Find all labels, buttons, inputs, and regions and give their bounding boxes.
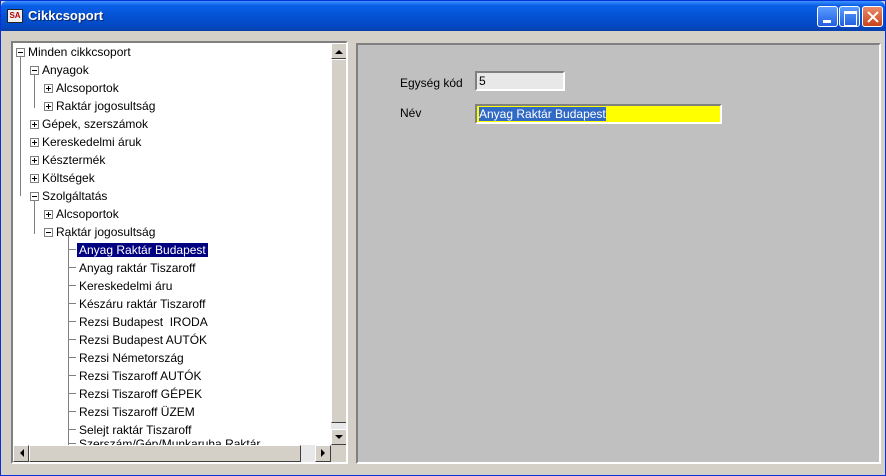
collapse-icon[interactable] (44, 228, 53, 237)
tree-node[interactable]: Gépek, szerszámok (30, 116, 150, 134)
tree-node[interactable]: Késztermék (30, 152, 107, 170)
scroll-up-button[interactable] (331, 43, 346, 59)
tree-node-root[interactable]: Minden cikkcsoport (16, 44, 133, 62)
unit-code-field[interactable]: 5 (475, 71, 565, 91)
expand-icon[interactable] (30, 120, 39, 129)
app-icon[interactable]: SA (7, 9, 23, 23)
tree-node[interactable]: Anyagok (30, 62, 91, 80)
tree-node[interactable]: Alcsoportok (44, 80, 121, 98)
name-label: Név (400, 106, 422, 120)
category-tree[interactable]: Minden cikkcsoport Anyagok Alcsoportok R… (11, 41, 348, 464)
expand-icon[interactable] (30, 138, 39, 147)
collapse-icon[interactable] (30, 192, 39, 201)
tree-leaf[interactable]: Rezsi Budapest AUTÓK (68, 332, 209, 350)
scrollbar-corner (331, 445, 346, 462)
tree-node[interactable]: Költségek (30, 170, 97, 188)
window-title: Cikkcsoport (28, 8, 104, 23)
tree-leaf-selected[interactable]: Anyag Raktár Budapest (68, 242, 208, 260)
tree-leaf[interactable]: Rezsi Tiszaroff AUTÓK (68, 368, 203, 386)
tree-leaf[interactable]: Rezsi Budapest IRODA (68, 314, 210, 332)
arrow-right-icon (321, 449, 329, 457)
expand-icon[interactable] (44, 210, 53, 219)
horizontal-scrollbar[interactable] (13, 445, 331, 462)
expand-icon[interactable] (30, 174, 39, 183)
tree-node[interactable]: Raktár jogosultság (44, 224, 157, 242)
collapse-icon[interactable] (16, 48, 25, 57)
expand-icon[interactable] (44, 102, 53, 111)
vertical-scroll-thumb[interactable] (331, 59, 346, 423)
expand-icon[interactable] (44, 84, 53, 93)
expand-icon[interactable] (30, 156, 39, 165)
minimize-button[interactable] (817, 6, 838, 27)
tree-leaf[interactable]: Kereskedelmi áru (68, 278, 174, 296)
maximize-button[interactable] (839, 6, 860, 27)
tree-leaf[interactable]: Rezsi Tiszaroff GÉPEK (68, 386, 204, 404)
arrow-up-icon (335, 46, 343, 54)
collapse-icon[interactable] (30, 66, 39, 75)
tree-leaf[interactable]: Szerszám/Gép/Munkaruha Raktár (68, 436, 262, 445)
tree-node[interactable]: Kereskedelmi áruk (30, 134, 143, 152)
tree-view: Minden cikkcsoport Anyagok Alcsoportok R… (13, 43, 331, 445)
tree-node[interactable]: Szolgáltatás (30, 188, 109, 206)
tree-leaf[interactable]: Rezsi Németország (68, 350, 186, 368)
tree-leaf[interactable]: Készáru raktár Tiszaroff (68, 296, 208, 314)
window: SA Cikkcsoport Minden cikkcsoport Anyago… (0, 0, 886, 476)
name-field[interactable]: Anyag Raktár Budapest (475, 104, 722, 124)
tree-node[interactable]: Raktár jogosultság (44, 98, 157, 116)
tree-node[interactable]: Alcsoportok (44, 206, 121, 224)
scroll-down-button[interactable] (331, 429, 346, 445)
arrow-left-icon (16, 449, 24, 457)
close-button[interactable] (862, 6, 883, 27)
tree-leaf[interactable]: Rezsi Tiszaroff ÜZEM (68, 404, 197, 422)
vertical-scrollbar[interactable] (331, 43, 346, 445)
unit-code-label: Egység kód (400, 76, 463, 90)
title-bar[interactable]: SA Cikkcsoport (1, 1, 885, 31)
tree-leaf[interactable]: Anyag raktár Tiszaroff (68, 260, 198, 278)
arrow-down-icon (335, 435, 343, 443)
detail-form: Egység kód 5 Név Anyag Raktár Budapest (356, 43, 881, 464)
scroll-left-button[interactable] (13, 445, 29, 462)
name-field-value: Anyag Raktár Budapest (479, 107, 606, 121)
horizontal-scroll-thumb[interactable] (29, 445, 301, 462)
scroll-right-button[interactable] (315, 445, 331, 462)
